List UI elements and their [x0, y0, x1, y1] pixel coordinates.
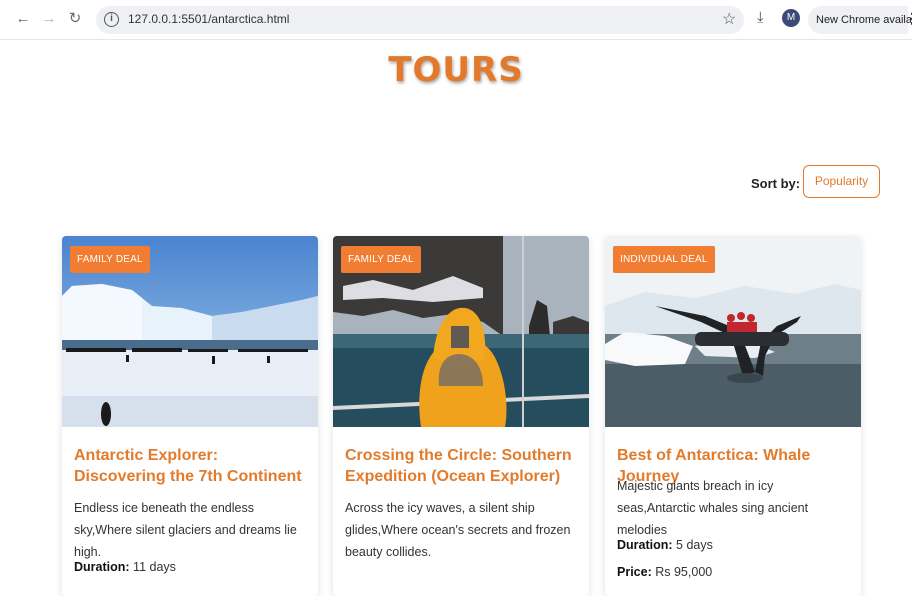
site-info-icon[interactable]: i [104, 12, 119, 27]
deal-badge: FAMILY DEAL [70, 246, 150, 273]
tour-image-whale-tail: INDIVIDUAL DEAL [605, 236, 861, 427]
download-icon[interactable]: ⤓ [757, 9, 764, 26]
reload-icon[interactable]: ↻ [66, 10, 84, 28]
tour-price: Price: Rs 95,000 [617, 565, 712, 579]
tour-duration: Duration: 5 days [617, 538, 713, 552]
duration-value: 5 days [676, 538, 713, 552]
tour-image-ocean-explorer: FAMILY DEAL [333, 236, 589, 427]
deal-badge: INDIVIDUAL DEAL [613, 246, 715, 273]
address-bar[interactable]: i 127.0.0.1:5501/antarctica.html [96, 6, 744, 34]
duration-label: Duration: [617, 538, 673, 552]
tour-card-antarctic-explorer[interactable]: FAMILY DEAL Antarctic Explorer: Discover… [62, 236, 318, 596]
deal-badge: FAMILY DEAL [341, 246, 421, 273]
tour-card-whale-journey[interactable]: INDIVIDUAL DEAL Best of Antarctica: Whal… [605, 236, 861, 596]
tour-title[interactable]: Antarctic Explorer: Discovering the 7th … [74, 445, 310, 487]
address-url: 127.0.0.1:5501/antarctica.html [128, 12, 290, 26]
price-label: Price: [617, 565, 652, 579]
sort-label: Sort by: [751, 176, 801, 191]
sort-select[interactable]: Popularity [803, 165, 880, 198]
page-title: TOURS [388, 50, 524, 90]
back-arrow-icon[interactable]: ← [14, 10, 32, 28]
duration-label: Duration: [74, 560, 130, 574]
tour-card-crossing-the-circle[interactable]: FAMILY DEAL Crossing the Circle: Souther… [333, 236, 589, 596]
menu-kebab-icon[interactable]: ⋮ [905, 10, 912, 27]
tour-description: Majestic giants breach in icy seas,Antar… [617, 479, 809, 537]
tour-title[interactable]: Crossing the Circle: Southern Expedition… [345, 445, 581, 487]
tour-duration: Duration: 11 days [74, 560, 176, 574]
profile-avatar[interactable]: M [782, 9, 800, 27]
tour-image-penguins-glacier: FAMILY DEAL [62, 236, 318, 427]
tour-description: Across the icy waves, a silent ship glid… [345, 501, 571, 559]
bookmark-star-icon[interactable]: ☆ [722, 9, 736, 29]
chrome-update-button[interactable]: New Chrome available [808, 6, 912, 34]
tour-description: Endless ice beneath the endless sky,Wher… [74, 501, 297, 559]
price-value: Rs 95,000 [655, 565, 713, 579]
forward-arrow-icon[interactable]: → [40, 10, 58, 28]
duration-value: 11 days [133, 560, 176, 574]
browser-toolbar: ← → ↻ i 127.0.0.1:5501/antarctica.html ☆… [0, 0, 912, 40]
